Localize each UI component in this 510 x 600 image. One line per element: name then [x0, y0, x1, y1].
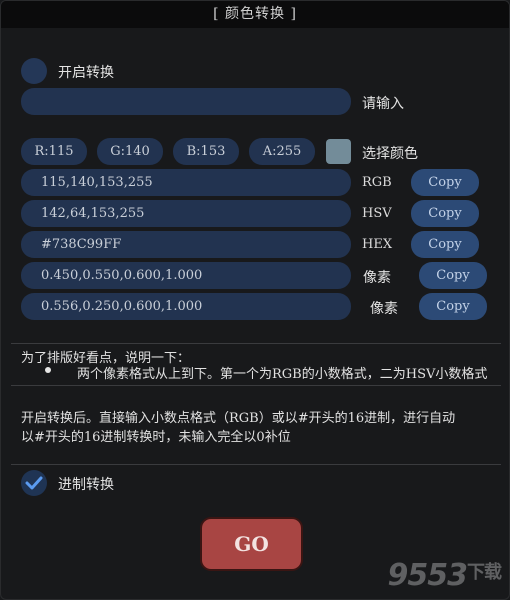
enable-convert-toggle[interactable] [21, 58, 47, 84]
window-title: [ 颜色转换 ] [1, 1, 509, 28]
pixel-rgb-field[interactable]: 0.450,0.550,0.600,1.000 [21, 262, 351, 289]
pixel-hsv-field[interactable]: 0.556,0.250,0.600,1.000 [21, 293, 351, 320]
divider [11, 385, 501, 386]
divider [11, 464, 501, 465]
color-convert-window: [ 颜色转换 ] 开启转换 请输入 R:115 G:140 B:153 A:25… [0, 0, 510, 600]
hex-convert-checkbox[interactable] [21, 470, 47, 496]
hex-field[interactable]: #738C99FF [21, 231, 351, 258]
pixel-hsv-label: 像素 [370, 301, 398, 317]
watermark-logo: 9553下载 [387, 558, 503, 593]
hsv-label: HSV [362, 206, 392, 221]
channel-a: A:255 [249, 138, 315, 165]
channel-g: G:140 [97, 138, 163, 165]
channel-b: B:153 [173, 138, 239, 165]
watermark-main: 9553 [387, 558, 468, 593]
input-label: 请输入 [362, 96, 404, 112]
copy-rgb-button[interactable]: Copy [411, 169, 479, 196]
copy-pixel-hsv-button[interactable]: Copy [419, 293, 487, 320]
hsv-field[interactable]: 142,64,153,255 [21, 200, 351, 227]
checkmark-icon [25, 476, 43, 490]
pick-color-label[interactable]: 选择颜色 [362, 143, 418, 163]
rgb-label: RGB [362, 175, 392, 190]
hex-label: HEX [362, 237, 393, 252]
watermark-sub: 下载 [467, 562, 502, 583]
color-input[interactable] [21, 88, 351, 115]
rgb-field[interactable]: 115,140,153,255 [21, 169, 351, 196]
go-button[interactable]: GO [202, 519, 301, 569]
copy-hsv-button[interactable]: Copy [411, 200, 479, 227]
bullet-icon [45, 367, 51, 373]
divider [11, 343, 501, 344]
enable-convert-label: 开启转换 [58, 65, 114, 81]
color-swatch[interactable] [326, 139, 351, 164]
hex-convert-label: 进制转换 [58, 477, 114, 493]
notes-line-2: 以#开头的16进制转换时，未输入完全以0补位 [21, 430, 291, 445]
channel-r: R:115 [21, 138, 87, 165]
notes-bullet: 两个像素格式从上到下。第一个为RGB的小数格式，二为HSV小数格式 [77, 367, 488, 382]
copy-pixel-rgb-button[interactable]: Copy [419, 262, 487, 289]
pixel-rgb-label: 像素 [363, 270, 391, 286]
copy-hex-button[interactable]: Copy [411, 231, 479, 258]
notes-line-1: 开启转换后。直接输入小数点格式（RGB）或以#开头的16进制，进行自动 [21, 411, 456, 426]
